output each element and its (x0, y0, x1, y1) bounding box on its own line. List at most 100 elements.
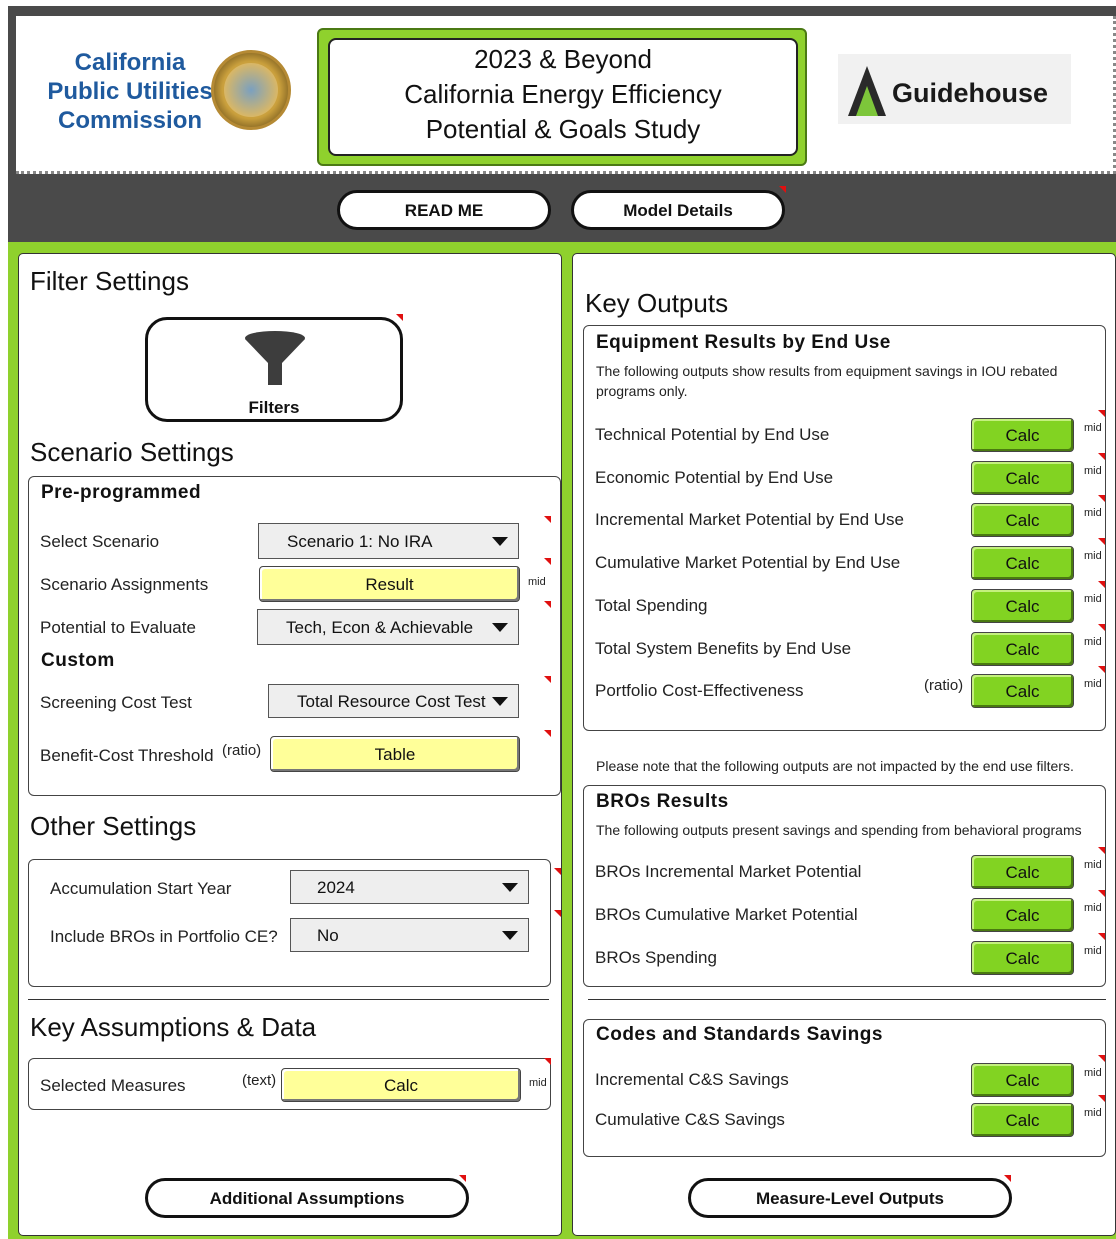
mid-tag: mid (1084, 592, 1102, 605)
funnel-icon (245, 331, 305, 385)
comment-marker (1098, 666, 1105, 674)
triangle-down-icon (492, 537, 508, 546)
bros-results-description: The following outputs present savings an… (596, 822, 1082, 838)
other-settings-title: Other Settings (30, 811, 197, 841)
divider (28, 999, 549, 1000)
calc-button[interactable]: Calc (971, 546, 1074, 581)
comment-marker (1098, 933, 1105, 940)
triangle-down-icon (502, 883, 518, 892)
calc-button[interactable]: Calc (971, 588, 1074, 623)
mid-tag: mid (1084, 678, 1102, 691)
filters-label: Filters (248, 398, 300, 417)
mid-tag: mid (1084, 945, 1102, 957)
title-line: California Energy Efficiency (404, 79, 722, 109)
benefit-cost-threshold-button[interactable]: Table (270, 736, 520, 772)
comment-marker (544, 730, 551, 737)
additional-assumptions-button[interactable]: Additional Assumptions (145, 1178, 469, 1218)
scenario-assignments-label: Scenario Assignments (40, 575, 209, 594)
comment-marker (554, 868, 561, 875)
dropdown-value: Scenario 1: No IRA (287, 532, 433, 551)
calc-button[interactable]: Calc (971, 1063, 1074, 1097)
calc-button[interactable]: Calc (971, 941, 1074, 975)
mid-tag: mid (1084, 464, 1102, 477)
output-row-label: Cumulative Market Potential by End Use (595, 553, 901, 573)
custom-heading: Custom (41, 650, 115, 671)
key-assumptions-title: Key Assumptions & Data (30, 1012, 317, 1042)
comment-marker (1098, 847, 1105, 854)
output-row-label: Total System Benefits by End Use (595, 638, 852, 658)
calc-button[interactable]: Calc (971, 1102, 1074, 1137)
accumulation-start-year-dropdown[interactable]: 2024 (290, 870, 529, 904)
calc-button[interactable]: Calc (971, 674, 1074, 709)
equipment-results-heading: Equipment Results by End Use (596, 332, 891, 353)
calc-button[interactable]: Calc (971, 898, 1074, 932)
output-row-label: Incremental Market Potential by End Use (595, 510, 904, 530)
output-row-label: Total Spending (595, 595, 708, 615)
dropdown-value: Total Resource Cost Test (297, 692, 486, 711)
key-outputs-title: Key Outputs (585, 288, 729, 318)
select-scenario-label: Select Scenario (40, 532, 160, 551)
bros-results-heading: BROs Results (596, 791, 729, 812)
calc-button[interactable]: Calc (971, 631, 1074, 666)
potential-to-evaluate-dropdown[interactable]: Tech, Econ & Achievable (257, 609, 519, 645)
ratio-tag: (ratio) (222, 742, 262, 759)
calc-button[interactable]: Calc (971, 503, 1074, 538)
guidehouse-logo-accent (856, 86, 878, 116)
output-row-label: Incremental C&S Savings (595, 1070, 789, 1089)
title-line: 2023 & Beyond (474, 44, 652, 74)
comment-marker (1004, 1175, 1011, 1182)
cpuc-line: Public Utilities (47, 78, 213, 105)
comment-marker (554, 910, 561, 917)
comment-marker (459, 1175, 466, 1182)
triangle-down-icon (492, 623, 508, 632)
screening-cost-test-dropdown[interactable]: Total Resource Cost Test (268, 684, 519, 718)
dropdown-value: Tech, Econ & Achievable (286, 618, 474, 637)
benefit-cost-threshold-label: Benefit-Cost Threshold (40, 746, 214, 765)
output-row-label: Technical Potential by End Use (595, 425, 830, 444)
selected-measures-button[interactable]: Calc (281, 1068, 521, 1102)
scenario-assignments-button[interactable]: Result (259, 566, 520, 602)
mid-tag: mid (528, 576, 546, 588)
cpuc-line: Commission (57, 107, 203, 134)
mid-tag: mid (1084, 902, 1102, 914)
comment-marker (396, 314, 403, 321)
equipment-results-description: The following outputs show results from … (596, 363, 1058, 399)
include-bros-dropdown[interactable]: No (290, 918, 529, 952)
comment-marker (544, 558, 551, 565)
model-details-button[interactable]: Model Details (571, 190, 785, 230)
comment-marker (1098, 538, 1105, 546)
mid-tag: mid (1084, 1106, 1102, 1119)
calc-button[interactable]: Calc (971, 855, 1074, 889)
comment-marker (1098, 890, 1105, 897)
triangle-down-icon (502, 931, 518, 940)
guidehouse-wordmark: Guidehouse (892, 78, 1049, 108)
comment-marker (1098, 623, 1105, 631)
comment-marker (1098, 410, 1105, 417)
mid-tag: mid (1084, 422, 1102, 434)
output-row-label: BROs Incremental Market Potential (595, 862, 862, 881)
measure-level-outputs-button[interactable]: Measure-Level Outputs (688, 1178, 1012, 1218)
cpuc-line: California (74, 49, 186, 76)
calc-button[interactable]: Calc (971, 418, 1074, 452)
filters-button[interactable]: Filters (145, 317, 403, 422)
study-title: 2023 & Beyond California Energy Efficien… (328, 38, 798, 156)
text-tag: (text) (242, 1072, 277, 1089)
selected-measures-label: Selected Measures (40, 1076, 186, 1095)
scenario-settings-title: Scenario Settings (30, 437, 234, 467)
triangle-down-icon (492, 697, 508, 706)
output-row-label: Cumulative C&S Savings (595, 1109, 785, 1129)
dropdown-value: No (317, 926, 339, 945)
mid-tag: mid (1084, 550, 1102, 563)
comment-marker (1098, 1094, 1105, 1102)
comment-marker (1098, 1055, 1105, 1062)
screening-cost-test-label: Screening Cost Test (40, 693, 192, 712)
comment-marker (544, 516, 551, 523)
comment-marker (544, 676, 551, 683)
read-me-button[interactable]: READ ME (337, 190, 551, 230)
mid-tag: mid (1084, 507, 1102, 520)
filter-settings-title: Filter Settings (30, 266, 189, 296)
calc-button[interactable]: Calc (971, 460, 1074, 495)
mid-tag: mid (1084, 635, 1102, 648)
select-scenario-dropdown[interactable]: Scenario 1: No IRA (258, 523, 519, 559)
comment-marker (544, 601, 551, 608)
